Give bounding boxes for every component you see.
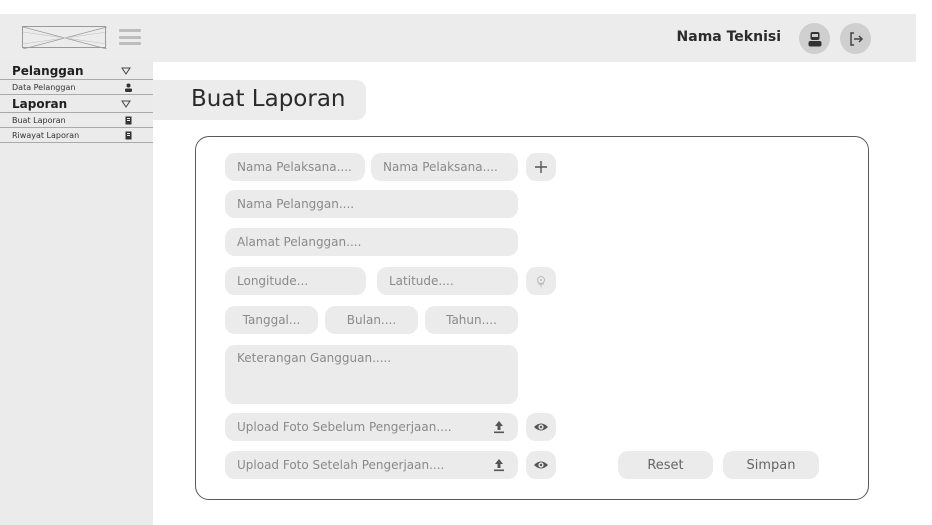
- sidebar-item-data-pelanggan[interactable]: Data Pelanggan: [0, 80, 153, 95]
- upload-after-field[interactable]: Upload Foto Setelah Pengerjaan....: [225, 451, 518, 479]
- preview-before-button[interactable]: [526, 413, 556, 441]
- customer-address-field[interactable]: Alamat Pelanggan....: [225, 228, 518, 256]
- eye-icon: [534, 461, 548, 469]
- user-icon[interactable]: [799, 23, 830, 54]
- latitude-field[interactable]: Latitude....: [377, 267, 518, 295]
- page-title: Buat Laporan: [191, 86, 346, 112]
- reset-button[interactable]: Reset: [618, 451, 713, 479]
- sidebar-item-buat-laporan[interactable]: Buat Laporan: [0, 113, 153, 128]
- trouble-description-field[interactable]: Keterangan Gangguan.....: [225, 345, 518, 404]
- sidebar-section-label: Pelanggan: [12, 63, 84, 78]
- triangle-down-icon: [121, 64, 131, 78]
- report-form: Nama Pelaksana.... Nama Pelaksana.... Na…: [195, 136, 869, 500]
- logo-placeholder: [22, 26, 107, 49]
- sidebar: Pelanggan Data Pelanggan Laporan Buat La…: [0, 62, 153, 525]
- plus-icon: [535, 161, 547, 173]
- triangle-down-icon: [121, 97, 131, 111]
- report-icon: [124, 131, 133, 140]
- location-pin-button[interactable]: [526, 267, 556, 295]
- sidebar-item-label: Data Pelanggan: [12, 82, 76, 92]
- preview-after-button[interactable]: [526, 451, 556, 479]
- longitude-field[interactable]: Longitude...: [225, 267, 366, 295]
- user-name: Nama Teknisi: [676, 29, 781, 45]
- save-button[interactable]: Simpan: [723, 451, 819, 479]
- user-icon: [124, 83, 133, 92]
- upload-before-label: Upload Foto Sebelum Pengerjaan....: [237, 420, 452, 434]
- upload-before-field[interactable]: Upload Foto Sebelum Pengerjaan....: [225, 413, 518, 441]
- customer-name-field[interactable]: Nama Pelanggan....: [225, 190, 518, 218]
- top-bar: Nama Teknisi: [0, 14, 916, 62]
- upload-after-label: Upload Foto Setelah Pengerjaan....: [237, 458, 445, 472]
- pelaksana-field-1[interactable]: Nama Pelaksana....: [225, 153, 365, 181]
- sidebar-section-label: Laporan: [12, 96, 68, 111]
- eye-icon: [534, 423, 548, 431]
- location-icon: [537, 276, 545, 287]
- date-day-field[interactable]: Tanggal...: [225, 306, 318, 334]
- sidebar-section-laporan[interactable]: Laporan: [0, 95, 153, 113]
- upload-icon[interactable]: [492, 458, 506, 475]
- logout-icon[interactable]: [840, 23, 871, 54]
- sidebar-item-label: Buat Laporan: [12, 115, 66, 125]
- sidebar-item-riwayat-laporan[interactable]: Riwayat Laporan: [0, 128, 153, 143]
- page-title-box: Buat Laporan: [153, 80, 366, 120]
- upload-icon[interactable]: [492, 420, 506, 437]
- menu-icon[interactable]: [119, 29, 141, 45]
- pelaksana-field-2[interactable]: Nama Pelaksana....: [371, 153, 518, 181]
- sidebar-item-label: Riwayat Laporan: [12, 130, 80, 140]
- date-year-field[interactable]: Tahun....: [425, 306, 518, 334]
- report-icon: [124, 116, 133, 125]
- sidebar-section-pelanggan[interactable]: Pelanggan: [0, 62, 153, 80]
- date-month-field[interactable]: Bulan....: [325, 306, 418, 334]
- add-pelaksana-button[interactable]: [526, 153, 556, 181]
